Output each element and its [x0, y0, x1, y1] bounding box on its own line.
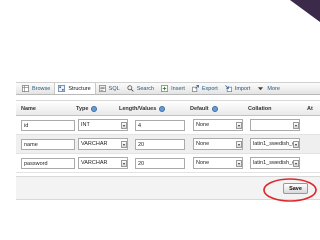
column-header-type: Type — [76, 101, 98, 116]
column-type-select[interactable]: INT — [78, 119, 128, 131]
tab-structure[interactable]: Structure — [54, 83, 96, 94]
column-header-default-label: Default — [190, 105, 209, 112]
tab-insert[interactable]: Insert — [158, 83, 189, 94]
column-default-select[interactable]: None — [193, 157, 243, 169]
tab-browse[interactable]: Browse — [19, 83, 54, 94]
column-collation-value: latin1_swedish_ci — [253, 160, 297, 166]
chevron-down-icon — [121, 160, 127, 167]
column-default-value: None — [196, 160, 210, 166]
chevron-down-icon — [121, 141, 127, 148]
column-length-field[interactable]: 4 — [135, 120, 185, 131]
chevron-down-icon — [293, 122, 299, 129]
column-name-value: id — [24, 122, 29, 129]
save-button[interactable]: Save — [283, 183, 308, 194]
column-collation-select[interactable]: latin1_swedish_ci — [250, 157, 300, 169]
tab-sql[interactable]: SQL — [96, 83, 124, 94]
structure-icon — [58, 85, 66, 92]
column-name-field[interactable]: id — [21, 120, 75, 131]
column-default-select[interactable]: None — [193, 119, 243, 131]
column-type-value: VARCHAR — [81, 141, 108, 147]
chevron-down-icon — [293, 160, 299, 167]
column-type-select[interactable]: VARCHAR — [78, 157, 128, 169]
column-type-value: VARCHAR — [81, 160, 108, 166]
help-icon[interactable] — [159, 105, 166, 112]
column-collation-value: latin1_swedish_ci — [253, 141, 297, 147]
column-type-value: INT — [81, 122, 90, 128]
column-header-length: Length/Values — [119, 101, 166, 116]
tab-import[interactable]: Import — [222, 83, 255, 94]
table-header-row: Name Type Length/Values Default Collatio… — [16, 100, 320, 116]
tab-import-label: Import — [234, 85, 251, 92]
column-default-value: None — [196, 122, 210, 128]
column-name-field[interactable]: name — [21, 139, 75, 150]
chevron-down-icon — [236, 160, 242, 167]
column-name-field[interactable]: password — [21, 158, 75, 169]
columns-table: Name Type Length/Values Default Collatio… — [16, 100, 320, 174]
column-header-collation: Collation — [248, 101, 272, 116]
table-row: password VARCHAR 20 None latin1_swedish_… — [16, 154, 320, 173]
column-header-default: Default — [190, 101, 218, 116]
column-header-name-label: Name — [21, 105, 36, 112]
tab-structure-label: Structure — [68, 85, 91, 92]
chevron-down-icon — [236, 141, 242, 148]
column-header-attributes-label: At — [307, 105, 313, 112]
form-footer — [16, 176, 320, 200]
tab-search[interactable]: Search — [124, 83, 158, 94]
column-length-value: 4 — [138, 122, 142, 129]
column-length-value: 20 — [138, 160, 145, 167]
tab-browse-label: Browse — [32, 85, 51, 92]
table-row: id INT 4 None — [16, 116, 320, 135]
column-length-field[interactable]: 20 — [135, 158, 185, 169]
column-header-type-label: Type — [76, 105, 89, 112]
chevron-down-icon — [236, 122, 242, 129]
tab-bar: Browse Structure SQL Search Insert Expor… — [16, 82, 320, 95]
column-header-name: Name — [21, 101, 36, 116]
sql-icon — [98, 85, 106, 92]
more-icon — [257, 85, 264, 92]
column-collation-select[interactable]: latin1_swedish_ci — [250, 138, 300, 150]
table-row: name VARCHAR 20 None latin1_swedish_ci — [16, 135, 320, 154]
tab-export[interactable]: Export — [189, 83, 222, 94]
tab-more-label: More — [267, 85, 280, 92]
export-icon — [191, 85, 199, 92]
column-header-length-label: Length/Values — [119, 105, 157, 112]
help-icon[interactable] — [211, 105, 218, 112]
tab-insert-label: Insert — [171, 85, 185, 92]
column-type-select[interactable]: VARCHAR — [78, 138, 128, 150]
column-default-select[interactable]: None — [193, 138, 243, 150]
chevron-down-icon — [121, 122, 127, 129]
column-length-field[interactable]: 20 — [135, 139, 185, 150]
column-name-value: name — [24, 141, 38, 148]
browse-icon — [22, 85, 29, 92]
tab-export-label: Export — [201, 85, 218, 92]
tab-search-label: Search — [136, 85, 155, 92]
column-header-collation-label: Collation — [248, 105, 272, 112]
help-icon[interactable] — [91, 105, 98, 112]
import-icon — [224, 85, 232, 92]
column-collation-select[interactable] — [250, 119, 300, 131]
column-length-value: 20 — [138, 141, 145, 148]
tab-more[interactable]: More — [254, 83, 284, 94]
column-name-value: password — [24, 160, 48, 167]
corner-decoration — [290, 0, 320, 22]
insert-icon — [161, 85, 169, 92]
chevron-down-icon — [293, 141, 299, 148]
column-default-value: None — [196, 141, 210, 147]
tab-sql-label: SQL — [108, 85, 120, 92]
column-header-attributes: At — [307, 101, 313, 116]
search-icon — [127, 85, 134, 92]
